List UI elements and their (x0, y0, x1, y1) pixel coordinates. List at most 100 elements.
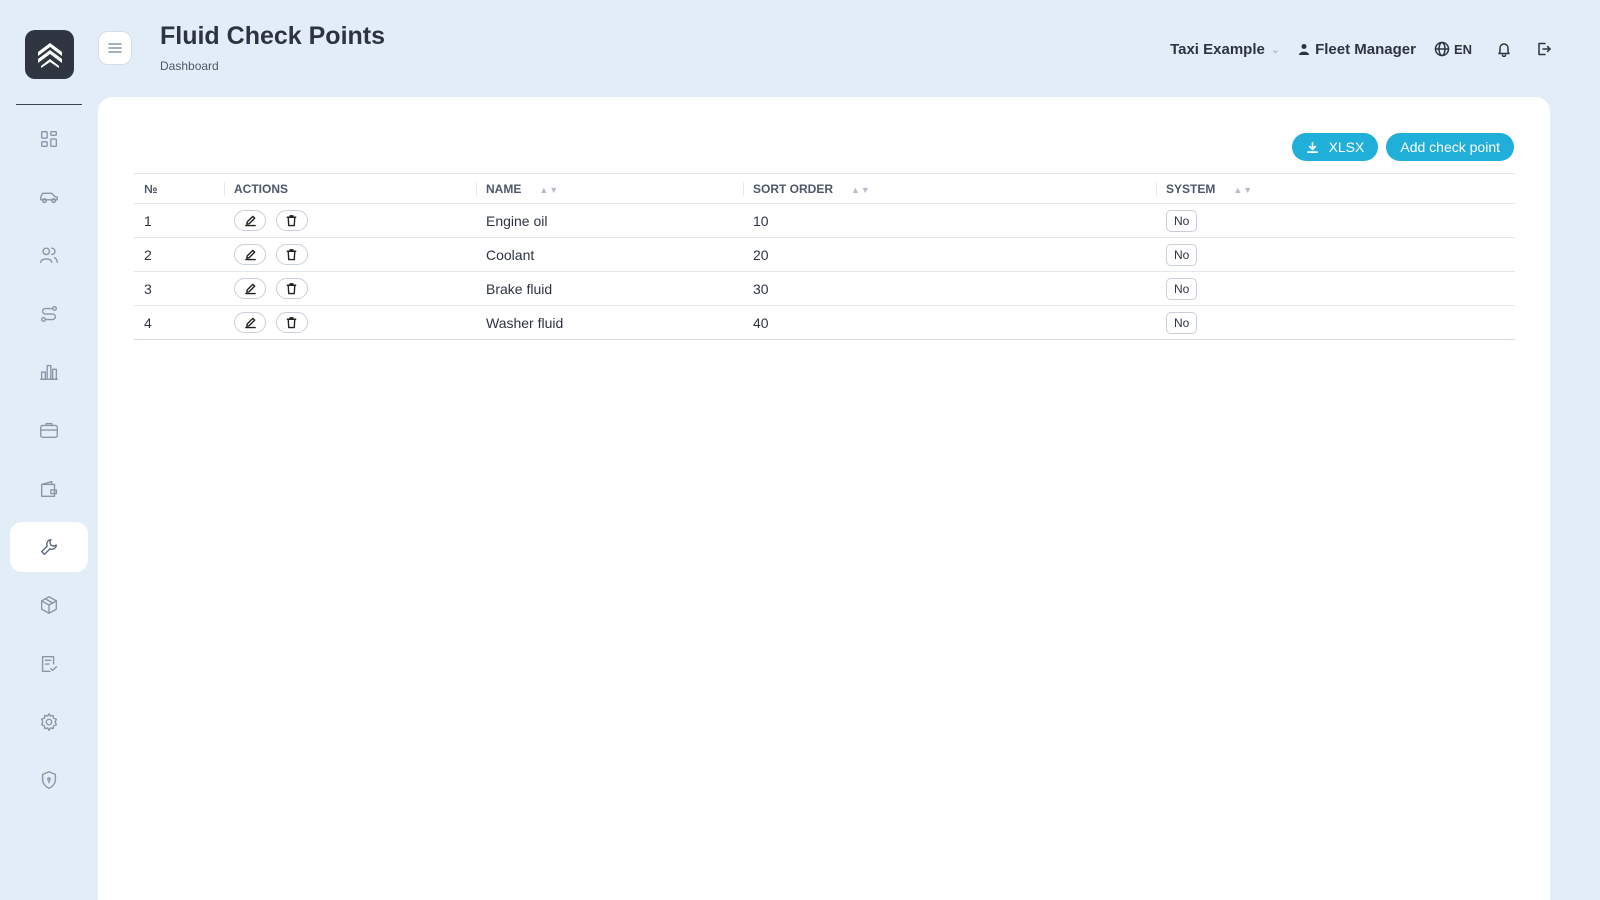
table-row: 4 Washer fluid 40 No (134, 306, 1515, 340)
trash-icon (287, 215, 297, 227)
shield-icon (41, 771, 57, 789)
sidebar (0, 0, 98, 900)
row-system: No (1156, 306, 1515, 340)
add-check-point-label: Add check point (1400, 139, 1500, 155)
row-number: 1 (144, 212, 152, 229)
chevron-down-icon: ⌄ (1270, 43, 1281, 56)
system-badge: No (1166, 209, 1198, 232)
checklist-icon (41, 655, 58, 673)
sidebar-item-security[interactable] (10, 755, 88, 805)
wrench-icon (40, 538, 58, 556)
gear-icon (40, 713, 58, 731)
row-sort-order: 30 (753, 280, 769, 297)
row-actions (224, 238, 476, 272)
table-row: 3 Brake fluid 30 No (134, 272, 1515, 306)
sidebar-item-maintenance[interactable] (10, 522, 88, 572)
column-header-system[interactable]: SYSTEM ▲▼ (1156, 174, 1515, 204)
page-title: Fluid Check Points (160, 22, 386, 50)
sort-icon[interactable]: ▲▼ (1233, 185, 1253, 195)
sort-icon[interactable]: ▲▼ (539, 185, 559, 195)
logo-icon (37, 42, 62, 68)
sidebar-item-settings[interactable] (10, 697, 88, 747)
sidebar-item-wallet[interactable] (10, 464, 88, 514)
row-sort-order: 20 (753, 246, 769, 263)
trash-icon (287, 317, 297, 329)
download-icon (1306, 141, 1318, 153)
wallet-icon (40, 480, 58, 498)
pencil-icon (244, 249, 256, 261)
company-name: Taxi Example (1170, 40, 1265, 58)
system-badge: No (1166, 243, 1198, 266)
trash-icon (287, 249, 297, 261)
header-actions: Taxi Example ⌄ Fleet Manager EN (1170, 38, 1552, 60)
user-menu[interactable]: Fleet Manager (1298, 41, 1416, 58)
row-actions (224, 306, 476, 340)
row-actions (224, 204, 476, 238)
system-badge: No (1166, 311, 1198, 334)
edit-button[interactable] (234, 210, 266, 231)
logout-icon (1538, 42, 1551, 56)
delete-button[interactable] (275, 210, 308, 231)
row-number: 2 (144, 246, 152, 263)
briefcase-icon (40, 422, 58, 439)
table-header-row: № ACTIONS NAME ▲▼ SORT ORDER ▲▼ SYSTEM ▲▼ (134, 173, 1515, 204)
row-sort-order: 10 (753, 212, 769, 229)
row-sort-order: 40 (753, 314, 769, 331)
user-name: Fleet Manager (1315, 40, 1416, 58)
hamburger-icon (108, 43, 122, 53)
column-header-actions: ACTIONS (224, 174, 476, 204)
language-code: EN (1453, 41, 1472, 57)
sort-icon[interactable]: ▲▼ (851, 185, 871, 195)
app-logo[interactable] (25, 30, 74, 79)
pencil-icon (244, 283, 256, 295)
row-system: No (1156, 204, 1515, 238)
notifications-button[interactable] (1496, 41, 1512, 57)
logout-button[interactable] (1536, 41, 1552, 57)
menu-toggle-button[interactable] (98, 31, 132, 65)
user-icon (1299, 44, 1310, 55)
breadcrumb[interactable]: Dashboard (160, 59, 219, 73)
bell-icon (1498, 43, 1510, 57)
sidebar-item-dashboard[interactable] (10, 114, 88, 164)
row-name: Brake fluid (486, 280, 553, 297)
delete-button[interactable] (275, 278, 308, 299)
table-row: 1 Engine oil 10 No (134, 204, 1515, 238)
sidebar-item-business[interactable] (10, 405, 88, 455)
table-row: 2 Coolant 20 No (134, 238, 1515, 272)
car-icon (40, 192, 58, 204)
export-xlsx-button[interactable]: XLSX (1291, 133, 1379, 161)
sidebar-divider (16, 104, 82, 105)
column-header-sort-order[interactable]: SORT ORDER ▲▼ (743, 174, 1156, 204)
dashboard-icon (40, 130, 58, 148)
row-actions (224, 272, 476, 306)
box-icon (40, 596, 58, 614)
row-name: Washer fluid (486, 314, 564, 331)
route-icon (40, 305, 58, 323)
sidebar-item-checklists[interactable] (10, 639, 88, 689)
column-header-number: № (144, 181, 158, 196)
sidebar-item-vehicles[interactable] (10, 172, 88, 222)
row-number: 3 (144, 280, 152, 297)
sidebar-item-routes[interactable] (10, 289, 88, 339)
company-select[interactable]: Taxi Example ⌄ (1170, 41, 1280, 58)
row-name: Engine oil (486, 212, 548, 229)
sidebar-item-users[interactable] (10, 230, 88, 280)
check-points-table: № ACTIONS NAME ▲▼ SORT ORDER ▲▼ SYSTEM ▲▼ 1… (134, 173, 1515, 340)
delete-button[interactable] (275, 312, 308, 333)
edit-button[interactable] (234, 312, 266, 333)
column-header-name[interactable]: NAME ▲▼ (476, 174, 743, 204)
edit-button[interactable] (234, 244, 266, 265)
add-check-point-button[interactable]: Add check point (1386, 133, 1514, 161)
pencil-icon (244, 317, 256, 329)
edit-button[interactable] (234, 278, 266, 299)
delete-button[interactable] (275, 244, 308, 265)
row-system: No (1156, 238, 1515, 272)
language-select[interactable]: EN (1434, 41, 1472, 57)
system-badge: No (1166, 277, 1198, 300)
chart-icon (40, 364, 58, 381)
sidebar-item-reports[interactable] (10, 347, 88, 397)
main-card: XLSX Add check point № ACTIONS NAME ▲▼ SO… (98, 97, 1550, 900)
row-name: Coolant (486, 246, 535, 263)
row-number: 4 (144, 314, 152, 331)
sidebar-item-inventory[interactable] (10, 580, 88, 630)
